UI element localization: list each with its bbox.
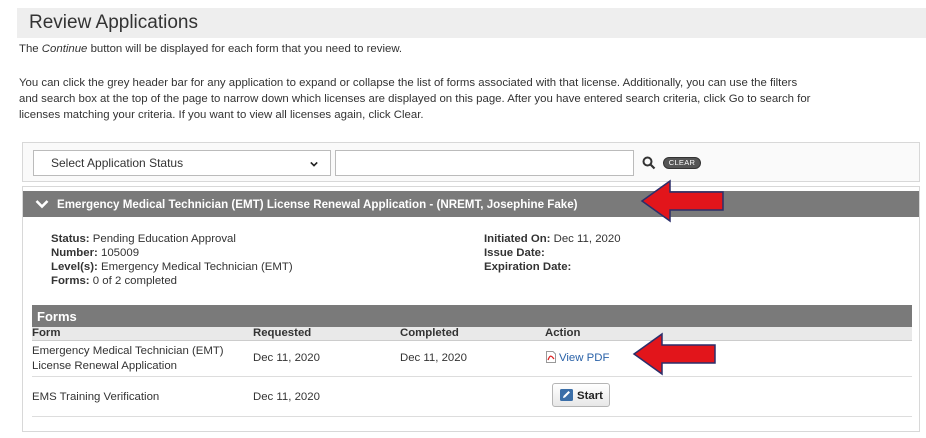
application-panel: Emergency Medical Technician (EMT) Licen… [22,186,920,432]
chevron-down-icon [310,161,318,167]
application-details-left: Status: Pending Education Approval Numbe… [51,232,293,288]
intro-line: You can click the grey header bar for an… [19,77,798,89]
start-button[interactable]: Start [552,383,610,407]
annotation-arrow [632,332,716,376]
edit-icon [560,389,573,401]
table-row: Emergency Medical Technician (EMT) Licen… [32,341,912,377]
table-row: EMS Training Verification Dec 11, 2020 S… [32,377,912,417]
intro-instructions: You can click the grey header bar for an… [19,75,919,123]
column-header-completed: Completed [400,327,459,339]
levels-row: Level(s): Emergency Medical Technician (… [51,261,293,273]
clear-button[interactable]: CLEAR [663,157,701,169]
annotation-arrow [640,179,724,223]
page-title: Review Applications [17,8,926,38]
view-pdf-link[interactable]: View PDF [546,351,609,364]
column-header-requested: Requested [253,327,312,339]
chevron-down-icon [35,200,49,209]
form-name: EMS Training Verification [32,391,160,403]
form-name-line: License Renewal Application [32,360,178,372]
forms-table-header: Form Requested Completed Action [32,327,912,341]
application-status-select[interactable]: Select Application Status [33,150,331,176]
intro-line: and search box at the top of the page to… [19,93,811,105]
status-select-label: Select Application Status [51,156,184,170]
initiated-row: Initiated On: Dec 11, 2020 [484,233,621,245]
status-row: Status: Pending Education Approval [51,233,236,245]
application-header-title: Emergency Medical Technician (EMT) Licen… [57,198,578,211]
form-name-line: Emergency Medical Technician (EMT) [32,345,224,357]
column-header-action: Action [545,327,581,339]
intro-continue-note: The Continue button will be displayed fo… [19,43,403,55]
filter-bar: Select Application Status CLEAR [22,142,920,182]
issue-date-row: Issue Date: [484,247,545,259]
application-details-right: Initiated On: Dec 11, 2020 Issue Date: E… [484,232,621,274]
forms-count-row: Forms: 0 of 2 completed [51,275,177,287]
application-header-bar[interactable]: Emergency Medical Technician (EMT) Licen… [23,191,919,217]
requested-date: Dec 11, 2020 [253,391,320,403]
completed-date: Dec 11, 2020 [400,352,467,364]
search-icon[interactable] [642,156,656,170]
forms-table-title: Forms [32,305,912,327]
intro-line: licenses matching your criteria. If you … [19,109,424,121]
view-pdf-label: View PDF [559,352,610,364]
number-row: Number: 105009 [51,247,140,259]
pdf-icon [546,351,556,363]
requested-date: Dec 11, 2020 [253,352,320,364]
form-name: Emergency Medical Technician (EMT) Licen… [32,344,224,374]
start-label: Start [577,390,603,402]
search-input[interactable] [335,150,634,176]
expiration-date-row: Expiration Date: [484,261,572,273]
forms-table: Forms Form Requested Completed Action Em… [32,305,912,417]
column-header-form: Form [32,327,61,339]
